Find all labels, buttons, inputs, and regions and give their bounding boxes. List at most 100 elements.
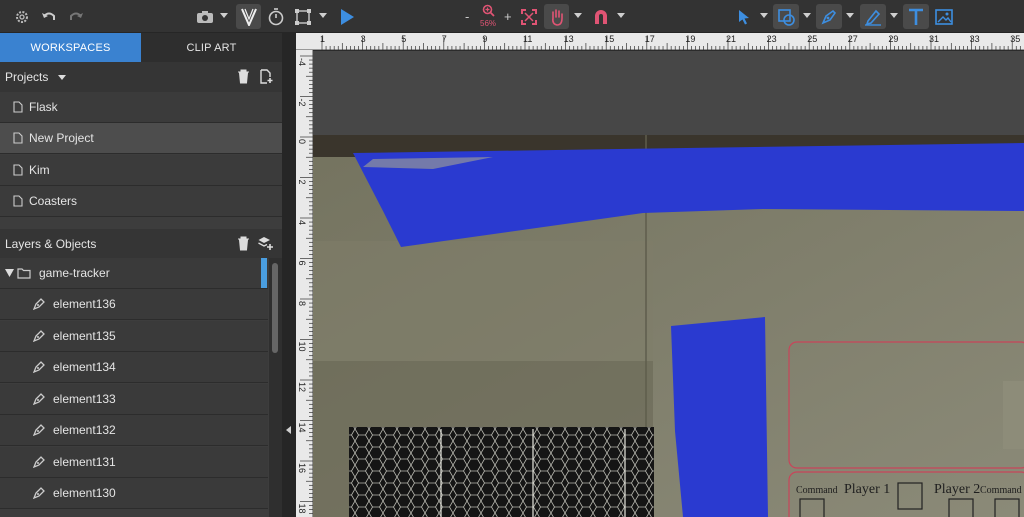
layer-item[interactable]: element132 (0, 415, 268, 446)
add-layer-icon[interactable] (258, 236, 274, 254)
shape-icon[interactable] (773, 4, 799, 29)
ruler-label: 14 (297, 423, 307, 433)
zoom-out-button[interactable]: - (465, 9, 469, 24)
chevron-down-icon[interactable] (58, 74, 67, 80)
pen-path-icon (33, 456, 45, 468)
board-panel (1003, 381, 1024, 449)
selection-box-icon[interactable] (292, 4, 314, 29)
camera-icon[interactable] (194, 4, 216, 29)
collapse-panel-icon[interactable] (286, 426, 291, 434)
ruler-label: -2 (297, 99, 307, 107)
ruler-label: 2 (297, 180, 307, 185)
new-file-icon[interactable] (260, 69, 274, 87)
vector-v-icon[interactable] (236, 4, 261, 29)
pen-path-icon (33, 330, 45, 342)
zoom-icon[interactable] (478, 3, 498, 18)
zoom-level: 56% (480, 19, 497, 28)
pen-edit-icon[interactable] (860, 4, 886, 29)
ruler-label: 33 (970, 34, 980, 44)
hand-icon[interactable] (544, 4, 569, 29)
project-item-kim[interactable]: Kim (0, 155, 282, 186)
projects-title: Projects (5, 70, 49, 84)
project-item-new-project[interactable]: New Project (0, 123, 282, 154)
left-panel: WORKSPACES CLIP ART Projects Flask New P… (0, 33, 282, 517)
layer-item[interactable]: element131 (0, 447, 268, 478)
layer-label: element132 (53, 423, 116, 437)
panel-tabs: WORKSPACES CLIP ART (0, 33, 282, 62)
ruler-label: 15 (604, 34, 614, 44)
ruler-label: 21 (726, 34, 736, 44)
layers-title: Layers & Objects (5, 237, 97, 251)
ruler-label: 7 (442, 34, 447, 44)
layer-item[interactable]: element134 (0, 352, 268, 383)
layers-header: Layers & Objects (0, 229, 282, 259)
pointer-icon[interactable] (734, 4, 754, 29)
layer-item[interactable]: element133 (0, 384, 268, 415)
ruler-label: 1 (320, 34, 325, 44)
ruler-vertical: -4 -2 0 2 4 6 8 10 12 14 16 18 (296, 50, 313, 517)
zoom-in-button[interactable]: + (504, 9, 512, 24)
board-label-player-2: Player 2 (934, 482, 980, 497)
chevron-down-icon[interactable] (574, 13, 582, 18)
ruler-label: 5 (401, 34, 406, 44)
file-icon (13, 101, 23, 113)
ruler-label: 8 (297, 301, 307, 306)
project-label: Kim (29, 163, 50, 177)
chevron-down-icon[interactable] (319, 13, 327, 18)
ruler-label: 0 (297, 139, 307, 144)
project-label: Coasters (29, 194, 78, 208)
layers-scrollbar-thumb[interactable] (272, 263, 278, 353)
ruler-label: -4 (297, 58, 307, 66)
chevron-down-icon[interactable] (617, 13, 625, 18)
chevron-down-icon[interactable] (803, 13, 811, 18)
pen-path-icon (33, 298, 45, 310)
undo-icon[interactable] (39, 4, 59, 29)
gear-icon[interactable] (12, 4, 32, 29)
tab-workspaces[interactable]: WORKSPACES (0, 33, 141, 62)
project-label: Flask (29, 100, 58, 114)
expand-triangle-icon[interactable] (5, 269, 14, 277)
project-item-coasters[interactable]: Coasters (0, 186, 282, 217)
layer-label: element133 (53, 392, 116, 406)
magnet-icon[interactable] (590, 4, 612, 29)
tab-clip-art[interactable]: CLIP ART (141, 33, 282, 62)
ruler-horizontal-ticks: 1 3 5 7 9 11 13 15 17 19 21 23 25 27 29 31 33 35 (320, 34, 1021, 50)
project-item-flask[interactable]: Flask (0, 92, 282, 123)
ruler-label: 13 (564, 34, 574, 44)
chevron-down-icon[interactable] (760, 13, 768, 18)
layer-label: element136 (53, 297, 116, 311)
layer-group-game-tracker[interactable]: game-tracker (0, 258, 268, 289)
layer-item[interactable]: element135 (0, 321, 268, 352)
panel-splitter[interactable] (282, 33, 296, 517)
chevron-down-icon[interactable] (890, 13, 898, 18)
ruler-label: 9 (482, 34, 487, 44)
canvas-background (313, 51, 1024, 135)
board-label-command: Command (980, 485, 1022, 496)
redo-icon[interactable] (66, 4, 86, 29)
board-panel (313, 241, 653, 361)
ruler-label: 19 (685, 34, 695, 44)
play-icon[interactable] (336, 4, 358, 29)
pen-path-icon (33, 487, 45, 499)
pen-path-icon (33, 424, 45, 436)
layer-label: element135 (53, 329, 116, 343)
canvas-artwork[interactable]: Command Player 1 Player 2 Command (313, 51, 1024, 517)
chevron-down-icon[interactable] (220, 13, 228, 18)
trash-icon[interactable] (237, 236, 250, 254)
trash-icon[interactable] (237, 69, 250, 87)
chevron-down-icon[interactable] (846, 13, 854, 18)
image-icon[interactable] (933, 4, 955, 29)
layer-item[interactable]: element136 (0, 289, 268, 320)
pen-icon[interactable] (816, 4, 842, 29)
layer-item[interactable]: element130 (0, 478, 268, 509)
projects-header[interactable]: Projects (0, 62, 282, 92)
fit-screen-icon[interactable] (518, 4, 540, 29)
text-icon[interactable] (903, 4, 929, 29)
board-label-command: Command (796, 485, 838, 496)
design-canvas[interactable]: Command Player 1 Player 2 Command (313, 51, 1024, 517)
file-icon (13, 195, 23, 207)
layer-selection-marker (261, 258, 267, 288)
ruler-label: 4 (297, 220, 307, 225)
timer-icon[interactable] (265, 4, 287, 29)
file-icon (13, 164, 23, 176)
